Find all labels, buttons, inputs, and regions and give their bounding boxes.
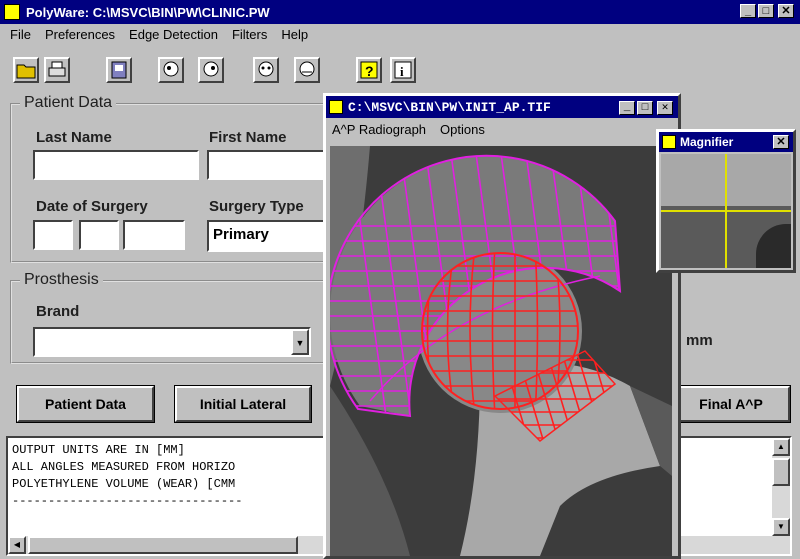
menu-help[interactable]: Help [281, 27, 308, 47]
image-app-icon [329, 100, 343, 114]
main-title-bar: PolyWare: C:\MSVC\BIN\PW\CLINIC.PW _ □ ✕ [0, 0, 800, 24]
main-window-title: PolyWare: C:\MSVC\BIN\PW\CLINIC.PW [26, 4, 270, 20]
skull-left-icon [163, 61, 179, 77]
initial-lateral-button-label: Initial Lateral [199, 396, 287, 412]
menu-filters[interactable]: Filters [232, 27, 267, 47]
first-name-label: First Name [209, 129, 287, 146]
horizontal-scroll-thumb[interactable] [28, 536, 298, 554]
brand-label: Brand [36, 303, 80, 320]
skull-right-icon [203, 61, 219, 77]
last-name-label: Last Name [36, 129, 112, 146]
crosshair-horizontal [661, 210, 791, 212]
info-icon: i [394, 61, 412, 79]
date-year-input[interactable] [123, 220, 185, 250]
date-month-input[interactable] [33, 220, 73, 250]
magnifier-view[interactable] [661, 154, 791, 268]
menu-file[interactable]: File [10, 27, 31, 47]
close-button[interactable]: ✕ [778, 4, 794, 18]
magnifier-title: Magnifier [680, 135, 734, 149]
date-day-input[interactable] [79, 220, 119, 250]
help-icon: ? [360, 61, 378, 79]
help-button[interactable]: ? [356, 57, 382, 83]
info-button[interactable]: i [390, 57, 416, 83]
skull-back-button[interactable] [294, 57, 320, 83]
radiograph-canvas[interactable] [330, 146, 672, 556]
scroll-up-button[interactable]: ▲ [772, 438, 790, 456]
brand-select[interactable]: ▼ [33, 327, 311, 357]
magnifier-window: Magnifier ✕ [656, 129, 796, 273]
svg-text:i: i [400, 64, 404, 79]
prosthesis-group-title: Prosthesis [20, 271, 103, 289]
record-button[interactable] [106, 57, 132, 83]
surgery-type-label: Surgery Type [209, 198, 304, 215]
image-window: C:\MSVC\BIN\PW\INIT_AP.TIF _ □ ✕ A^P Rad… [323, 93, 681, 559]
skull-front-button[interactable] [253, 57, 279, 83]
image-close-button[interactable]: ✕ [657, 101, 673, 115]
menu-options[interactable]: Options [440, 122, 485, 137]
scroll-thumb[interactable] [772, 458, 790, 486]
scroll-left-button[interactable]: ◀ [8, 536, 26, 554]
skull-right-button[interactable] [198, 57, 224, 83]
scroll-down-button[interactable]: ▼ [772, 518, 790, 536]
date-of-surgery-label: Date of Surgery [36, 198, 148, 215]
menu-edge-detection[interactable]: Edge Detection [129, 27, 218, 47]
final-ap-button[interactable]: Final A^P [671, 385, 791, 423]
patient-data-button-label: Patient Data [45, 396, 126, 412]
image-maximize-button[interactable]: □ [637, 101, 653, 115]
open-folder-button[interactable] [13, 57, 39, 83]
magnifier-title-bar: Magnifier ✕ [659, 132, 793, 152]
measurement-unit-label: mm [686, 332, 713, 349]
skull-left-button[interactable] [158, 57, 184, 83]
final-ap-button-label: Final A^P [699, 396, 763, 412]
magnifier-close-button[interactable]: ✕ [773, 135, 789, 149]
brand-dropdown-button[interactable]: ▼ [291, 329, 309, 355]
record-icon [111, 61, 127, 79]
patient-data-button[interactable]: Patient Data [16, 385, 155, 423]
svg-text:?: ? [365, 63, 374, 79]
skull-front-icon [258, 61, 274, 77]
skull-back-icon [299, 61, 315, 77]
magnifier-app-icon [662, 135, 676, 149]
patient-data-group-title: Patient Data [20, 94, 117, 112]
image-window-title: C:\MSVC\BIN\PW\INIT_AP.TIF [348, 99, 551, 115]
maximize-button[interactable]: □ [758, 4, 774, 18]
surgery-type-value: Primary [213, 226, 269, 243]
image-minimize-button[interactable]: _ [619, 101, 635, 115]
image-window-title-bar: C:\MSVC\BIN\PW\INIT_AP.TIF _ □ ✕ [326, 96, 678, 118]
menu-ap-radiograph[interactable]: A^P Radiograph [332, 122, 426, 137]
chevron-down-icon: ▼ [295, 338, 305, 348]
print-icon [48, 61, 66, 77]
main-menu-bar: File Preferences Edge Detection Filters … [10, 27, 322, 47]
print-button[interactable] [44, 57, 70, 83]
image-menu-bar: A^P Radiograph Options [326, 118, 678, 140]
last-name-input[interactable] [33, 150, 199, 180]
minimize-button[interactable]: _ [740, 4, 756, 18]
open-folder-icon [16, 64, 36, 79]
app-icon [4, 4, 20, 20]
menu-preferences[interactable]: Preferences [45, 27, 115, 47]
initial-lateral-button[interactable]: Initial Lateral [174, 385, 312, 423]
